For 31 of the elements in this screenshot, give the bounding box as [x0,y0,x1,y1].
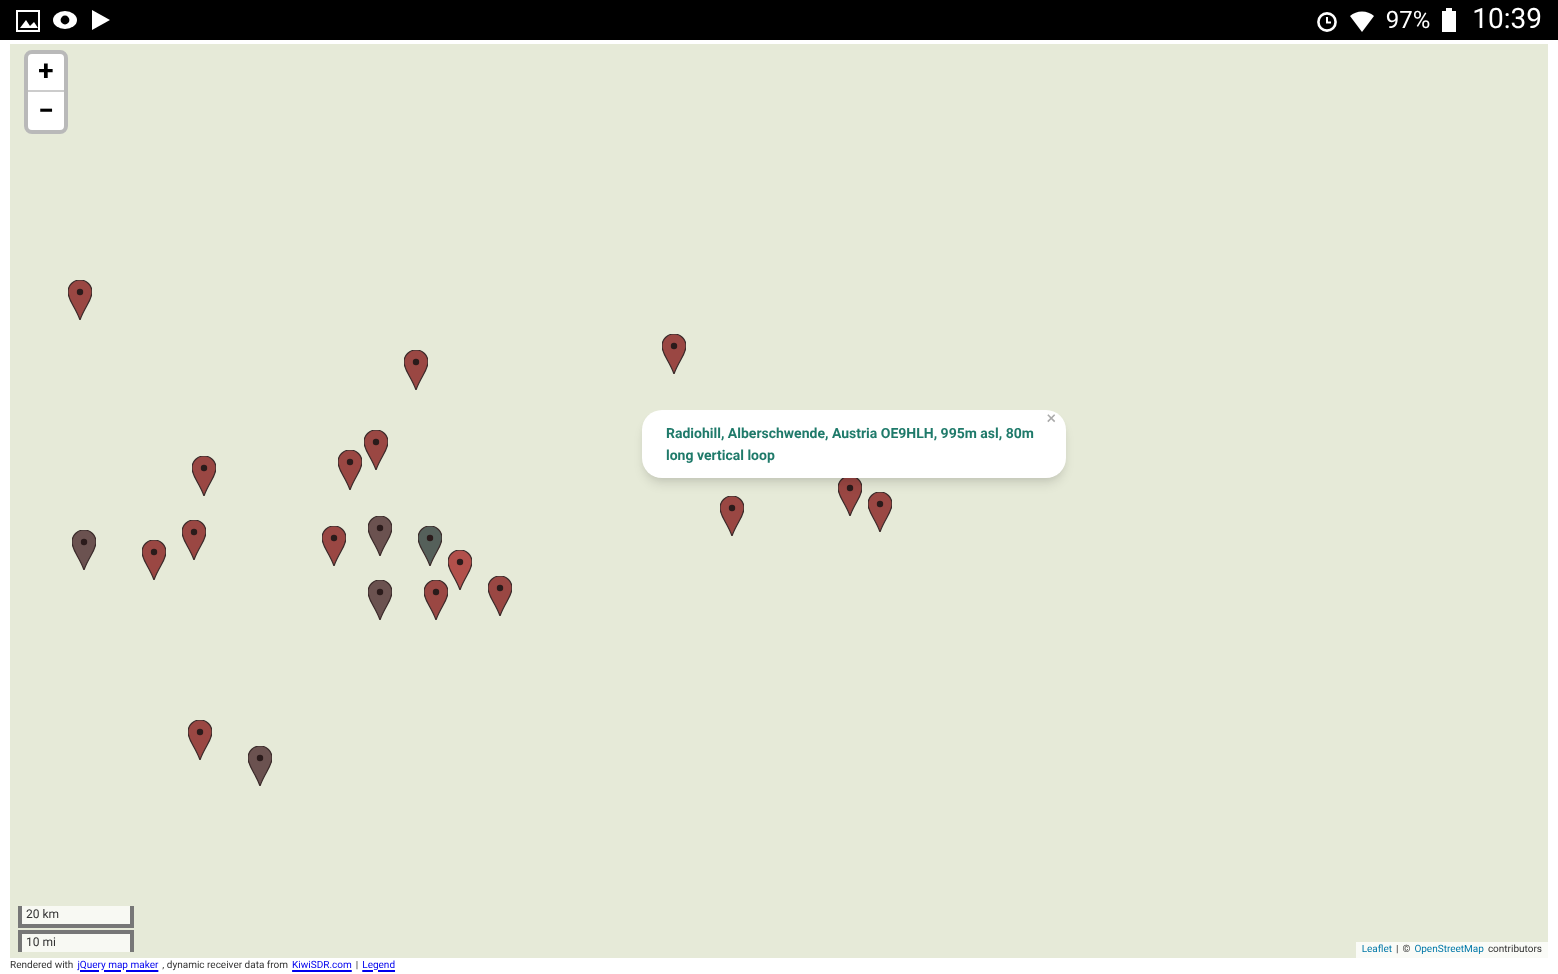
map-pin-icon[interactable] [68,280,92,320]
eye-icon [52,10,78,30]
map-pin-icon[interactable] [368,580,392,620]
clock: 10:39 [1472,1,1542,39]
map-pin-icon[interactable] [424,580,448,620]
map-pin-icon[interactable] [192,456,216,496]
image-icon [16,9,40,31]
map-pin-icon[interactable] [838,476,862,516]
map-pin-icon[interactable] [188,720,212,760]
wifi-icon [1349,9,1374,31]
map-pin-icon[interactable] [364,430,388,470]
map-pin-icon[interactable] [720,496,744,536]
alarm-icon [1315,9,1338,31]
map-pin-icon[interactable] [182,520,206,560]
map-pin-icon[interactable] [142,540,166,580]
battery-percent: 97% [1385,4,1431,38]
play-icon [90,10,110,30]
map-pin-icon[interactable] [448,550,472,590]
map-pin-icon[interactable] [368,516,392,556]
map-pin-icon[interactable] [72,530,96,570]
map-pin-icon[interactable] [662,334,686,374]
zoom-out-button[interactable]: − [28,92,64,130]
battery-icon [1442,8,1457,32]
map-pin-icon[interactable] [418,526,442,566]
zoom-in-button[interactable]: + [28,54,64,92]
map-pin-icon[interactable] [248,746,272,786]
map-pin-icon[interactable] [488,576,512,616]
map-pin-icon[interactable] [338,450,362,490]
map-pin-icon[interactable] [322,526,346,566]
map-pin-icon[interactable] [404,350,428,390]
map-pin-icon[interactable] [868,492,892,532]
